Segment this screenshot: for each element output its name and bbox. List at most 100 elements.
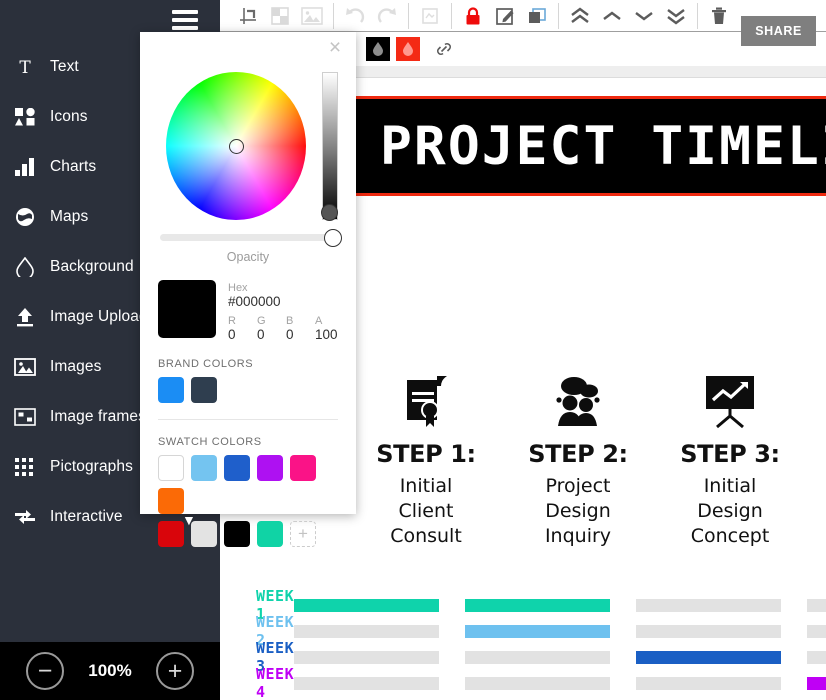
gantt-bars [294,676,826,690]
gantt-bar[interactable] [294,676,440,690]
sidebar-item-label: Icons [50,108,88,125]
swatch-color-chip[interactable] [224,455,250,481]
color-values-row: Hex #000000 R 0 G 0 B 0 A 100 [158,280,338,342]
swatch-color-chip[interactable] [158,455,184,481]
sidebar-item-label: Image frames [50,408,146,425]
hamburger-menu-icon[interactable] [172,10,198,30]
gantt-row: WEEK 1 [256,587,826,623]
sidebar-item-label: Pictographs [50,458,133,475]
toolbar-divider [408,2,409,29]
step-body: Initial Client Consult [390,475,462,547]
channel-value[interactable]: 100 [315,327,344,342]
interactive-icon [8,504,42,530]
channel-value[interactable]: 0 [286,327,315,342]
delete-icon[interactable] [705,3,733,29]
link-icon[interactable] [430,36,458,62]
gantt-bar[interactable] [294,650,440,664]
share-button[interactable]: SHARE [741,16,816,46]
opacity-slider-handle[interactable] [324,228,342,247]
edit-icon[interactable] [491,3,519,29]
image-icon[interactable] [298,3,326,29]
gantt-bar[interactable] [807,676,826,690]
swatch-color-chip[interactable] [290,455,316,481]
bring-forward-icon[interactable] [598,3,626,29]
gantt-bar[interactable] [636,624,782,638]
add-swatch-button[interactable]: + [290,521,316,547]
gantt-bars [294,598,826,612]
chevron-down-icon[interactable]: ▼ [182,512,196,528]
gantt-row: WEEK 2 [256,613,826,649]
top-toolbar [220,0,826,32]
sidebar-item-label: Background [50,258,134,275]
channel-g: G 0 [257,315,286,342]
opacity-slider[interactable] [160,228,342,247]
undo-icon[interactable] [341,3,369,29]
brightness-slider-handle[interactable] [320,204,338,221]
text-icon: T [8,54,42,80]
lock-icon[interactable] [459,3,487,29]
svg-text:T: T [19,58,31,77]
stroke-color-swatch[interactable] [396,37,420,61]
swatch-color-chip[interactable] [158,488,184,514]
channel-value[interactable]: 0 [228,327,257,342]
zoom-in-button[interactable]: + [156,652,194,690]
gantt-bar[interactable] [807,598,826,612]
mask-icon[interactable] [266,3,294,29]
gantt-bar[interactable] [636,650,782,664]
frame-icon[interactable] [416,3,444,29]
step-card[interactable]: STEP 1: Initial Client Consult [350,362,502,549]
zoom-control: − 100% + [0,642,220,700]
duplicate-icon[interactable] [523,3,551,29]
swatch-colors-title: SWATCH COLORS [158,436,262,448]
hex-value[interactable]: #000000 [228,294,344,309]
image-frames-icon [8,404,42,430]
gantt-bar[interactable] [465,598,611,612]
step-card[interactable]: STEP 2: Project Design Inquiry [502,362,654,549]
zoom-level-value: 100% [88,661,132,680]
gantt-bar[interactable] [636,598,782,612]
step-body: Initial Design Concept [690,475,770,547]
color-wheel-handle[interactable] [228,139,244,154]
channel-r: R 0 [228,315,257,342]
color-wheel[interactable] [166,72,306,220]
gantt-bar[interactable] [807,624,826,638]
swatch-color-chip[interactable] [158,521,184,547]
color-preview [158,280,216,338]
brightness-slider[interactable] [320,72,338,221]
close-icon[interactable]: × [324,37,346,60]
gantt-bar[interactable] [636,676,782,690]
gantt-bar[interactable] [465,624,611,638]
swatch-color-chip[interactable] [191,455,217,481]
send-to-back-icon[interactable] [662,3,690,29]
swatch-color-chip[interactable] [257,455,283,481]
gantt-bar[interactable] [294,598,440,612]
align-icon[interactable] [234,3,262,29]
gantt-bar[interactable] [465,676,611,690]
send-backward-icon[interactable] [630,3,658,29]
redo-icon[interactable] [373,3,401,29]
fill-color-swatch[interactable] [366,37,390,61]
gantt-bar[interactable] [807,650,826,664]
color-picker-panel[interactable]: × Opacity Hex #000000 R 0 G 0 B 0 A 100 … [140,32,356,547]
zoom-out-button[interactable]: − [26,652,64,690]
brand-color-chip[interactable] [191,377,217,403]
gantt-bar[interactable] [465,650,611,664]
swatch-color-chip[interactable] [224,521,250,547]
step-card[interactable]: STEP 3: Initial Design Concept [654,362,806,549]
gantt-bar[interactable] [294,624,440,638]
color-wheel-row [158,72,338,221]
images-icon [8,354,42,380]
toolbar-divider [333,2,334,29]
brand-colors-title: BRAND COLORS [158,358,254,370]
bring-to-front-icon[interactable] [566,3,594,29]
channel-label: A [315,315,323,327]
sidebar-item-label: Text [50,58,79,75]
banner-title-text: PROJECT TIMELINE [380,115,826,177]
channel-value[interactable]: 0 [257,327,286,342]
swatch-color-chip[interactable] [257,521,283,547]
title-banner[interactable]: PROJECT TIMELINE [356,96,826,196]
channel-label: G [257,315,266,327]
step-body: Project Design Inquiry [544,475,612,547]
brand-color-chip[interactable] [158,377,184,403]
presentation-icon [654,362,806,430]
